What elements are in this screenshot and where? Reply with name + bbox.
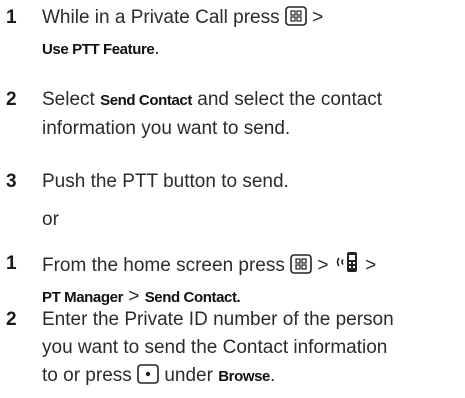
menu-option: Use PTT Feature xyxy=(42,41,155,58)
step-number: 3 xyxy=(6,171,17,192)
ptt-phone-icon xyxy=(334,250,360,283)
step-number: 2 xyxy=(6,309,17,330)
step-text: to or press xyxy=(42,365,138,386)
step-text: information you want to send. xyxy=(42,118,291,139)
separator: > xyxy=(312,255,334,276)
step-text: While in a Private Call press xyxy=(42,7,280,28)
punctuation: . xyxy=(154,38,160,59)
menu-option: Send Contact xyxy=(100,92,192,109)
separator: > xyxy=(359,255,377,276)
step-text: Select xyxy=(42,89,101,110)
step-text: Push the PTT button to send. xyxy=(42,171,289,192)
step-text: you want to send the Contact information xyxy=(42,337,388,358)
separator: > xyxy=(306,7,324,28)
menu-option: Send Contact. xyxy=(144,289,241,306)
or-separator: or xyxy=(42,209,59,230)
step-text: and select the contact xyxy=(191,89,383,110)
step-text: under xyxy=(159,365,219,386)
step-number: 2 xyxy=(6,89,17,110)
menu-key-icon xyxy=(285,6,307,35)
menu-option: PT Manager xyxy=(42,289,124,306)
punctuation: . xyxy=(270,365,276,386)
step-number: 1 xyxy=(6,253,17,274)
step-number: 1 xyxy=(6,7,17,28)
center-select-key-icon xyxy=(137,364,159,393)
step-text: Enter the Private ID number of the perso… xyxy=(42,309,394,330)
menu-key-icon xyxy=(290,254,312,283)
menu-option: Browse xyxy=(218,368,270,385)
step-text: From the home screen press xyxy=(42,255,285,276)
separator: > xyxy=(123,286,145,307)
